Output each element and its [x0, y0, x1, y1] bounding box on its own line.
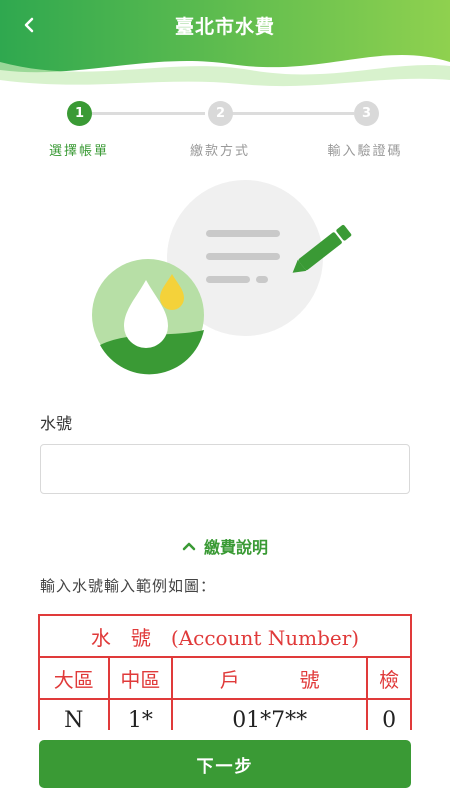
sample-value-household: 01*7**	[171, 698, 369, 734]
chevron-up-icon	[182, 542, 196, 551]
step-3-label: 輸入驗證碼	[327, 144, 403, 159]
page-title: 臺北市水費	[174, 16, 275, 38]
sample-header-subdistrict: 中區	[107, 656, 174, 700]
step-1-label: 選擇帳單	[48, 144, 109, 159]
step-1-indicator: 1	[67, 101, 92, 126]
step-2-label: 繳款方式	[189, 144, 250, 159]
step-connector-1	[92, 112, 205, 115]
sample-header-district: 大區	[38, 656, 110, 700]
sample-header-household: 戶 號	[171, 656, 369, 700]
sample-header-check: 檢	[366, 656, 412, 700]
progress-stepper: 1 2 3 選擇帳單 繳款方式 輸入驗證碼	[0, 96, 450, 166]
water-number-input[interactable]	[40, 444, 410, 494]
app-header: 臺北市水費	[0, 0, 450, 88]
step-3-indicator: 3	[354, 101, 379, 126]
sample-value-subdistrict: 1*	[107, 698, 174, 734]
sample-bill-image: 水 號 (Account Number) 大區 中區 戶 號 檢 N 1* 01…	[38, 614, 412, 734]
sample-value-check: 0	[366, 698, 412, 734]
next-step-button[interactable]: 下一步	[39, 740, 411, 788]
water-drop-icon	[92, 259, 204, 375]
payment-help-label: 繳費說明	[203, 538, 268, 557]
sample-account-table: 水 號 (Account Number) 大區 中區 戶 號 檢 N 1* 01…	[38, 614, 412, 734]
sample-value-district: N	[38, 698, 110, 734]
water-number-label: 水號	[40, 414, 73, 433]
bottom-action-bar: 下一步	[0, 730, 450, 800]
step-2-indicator: 2	[208, 101, 233, 126]
sample-table-title: 水 號 (Account Number)	[38, 614, 412, 658]
step-connector-2	[232, 112, 354, 115]
payment-help-toggle[interactable]: 繳費說明	[0, 533, 450, 559]
water-bill-illustration	[92, 180, 352, 375]
example-instruction: 輸入水號輸入範例如圖：	[40, 577, 217, 595]
